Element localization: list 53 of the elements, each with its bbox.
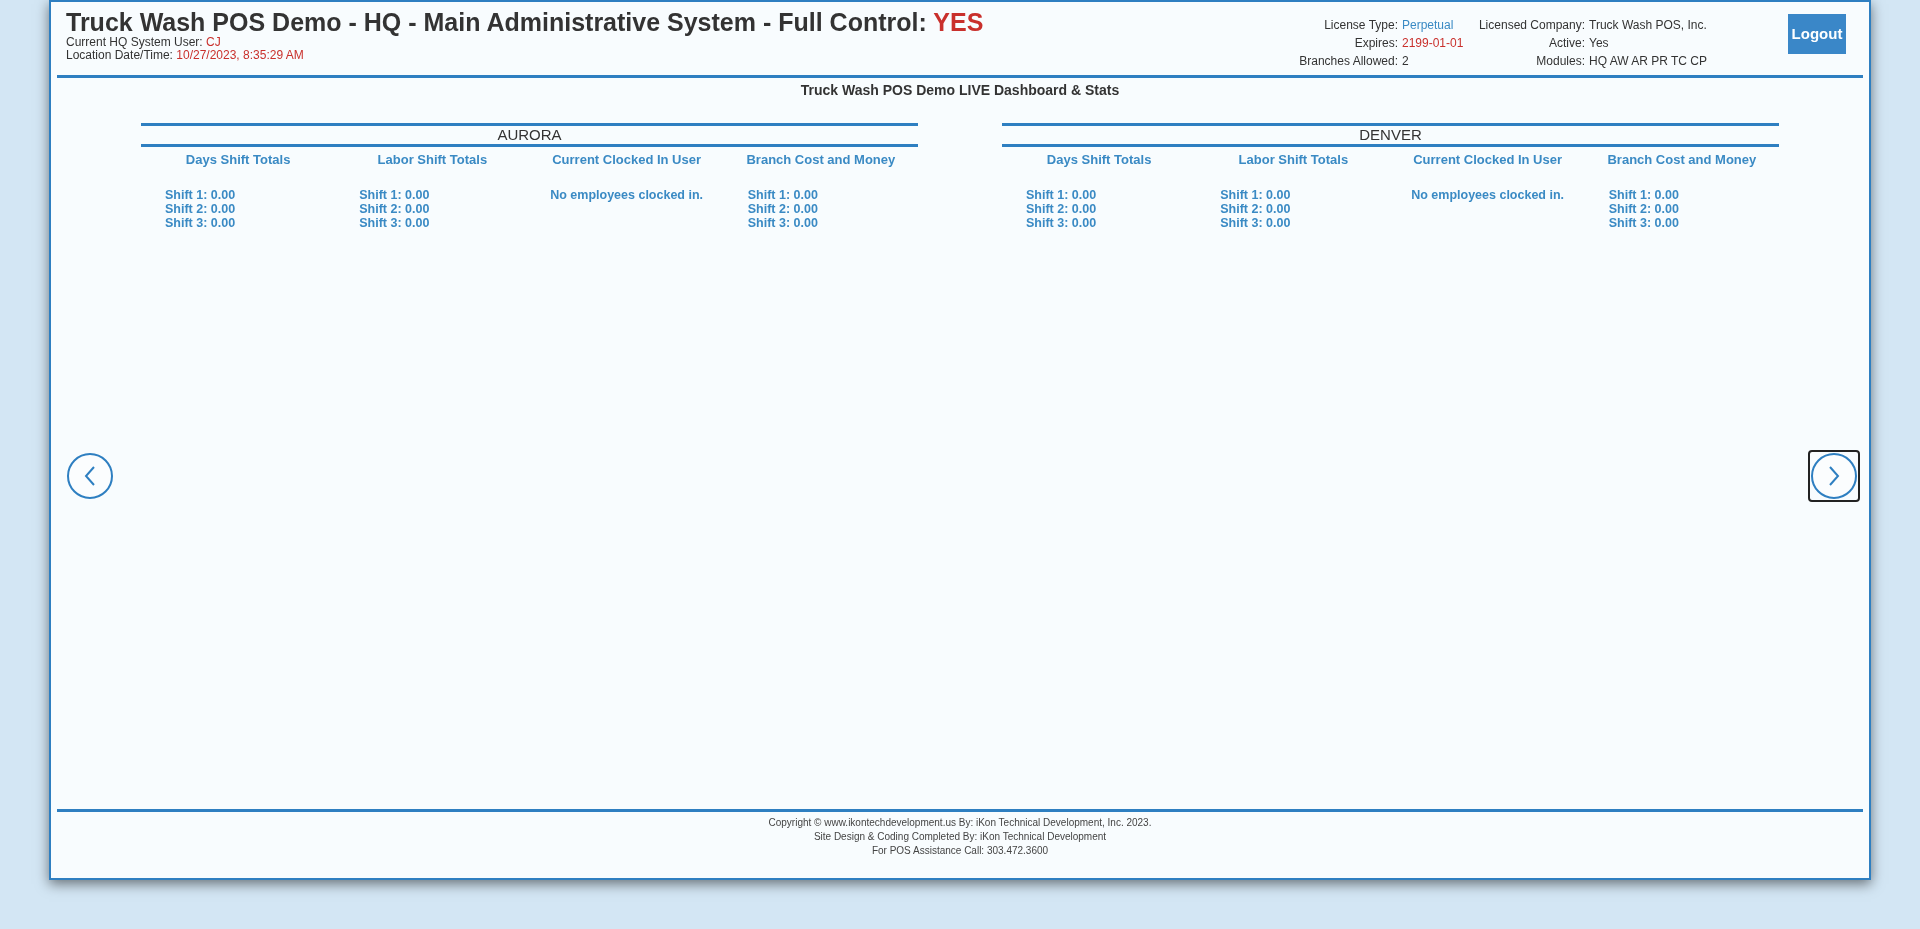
shift-total: Shift 2: 0.00 (746, 202, 819, 216)
chevron-right-icon (1827, 465, 1841, 487)
license-label: Licensed Company: (1477, 17, 1585, 34)
license-value: 2199-01-01 (1402, 35, 1464, 52)
shift-total: Shift 1: 0.00 (1607, 188, 1680, 202)
shift-total: Shift 2: 0.00 (1219, 202, 1292, 216)
current-user: Current HQ System User: CJ (66, 36, 222, 49)
shift-total: Shift 2: 0.00 (1607, 202, 1680, 216)
license-label: Branches Allowed: (1298, 53, 1398, 70)
footer-text: Copyright © www.ikontechdevelopment.us By: iKon Technical Development, Inc. 2023. (768, 816, 1152, 830)
license-label: Expires: (1353, 35, 1398, 52)
license-value: Truck Wash POS, Inc. (1589, 17, 1707, 34)
shift-total: Shift 3: 0.00 (358, 216, 431, 230)
footer-text: Site Design & Coding Completed By: iKon Technical Development (813, 830, 1107, 844)
column-heading: Branch Cost and Money (745, 151, 897, 168)
footer-text: For POS Assistance Call: 303.472.3600 (871, 844, 1049, 858)
shift-total: Shift 1: 0.00 (1219, 188, 1292, 202)
location-datetime: Location Date/Time: 10/27/2023, 8:35:29 AM (66, 49, 305, 62)
license-value: HQ AW AR PR TC CP (1589, 53, 1708, 70)
shift-total: Shift 2: 0.00 (358, 202, 431, 216)
column-heading: Current Clocked In User (1412, 151, 1564, 168)
shift-total: Shift 1: 0.00 (358, 188, 431, 202)
shift-total: Shift 2: 0.00 (1025, 202, 1098, 216)
license-value: 2 (1402, 53, 1409, 70)
chevron-left-icon (83, 465, 97, 487)
column-heading: Days Shift Totals (1045, 151, 1153, 168)
shift-total: Shift 1: 0.00 (164, 188, 237, 202)
column-heading: Branch Cost and Money (1606, 151, 1758, 168)
next-button[interactable] (1808, 450, 1860, 502)
column-heading: Days Shift Totals (184, 151, 292, 168)
shift-total: Shift 3: 0.00 (1025, 216, 1098, 230)
shift-total: Shift 1: 0.00 (1025, 188, 1098, 202)
shift-total: Shift 3: 0.00 (1219, 216, 1292, 230)
page-title: Truck Wash POS Demo - HQ - Main Administrative System - Full Control: YES (66, 8, 985, 36)
license-label: Active: (1548, 35, 1585, 52)
branch-name: AURORA (141, 123, 918, 147)
shift-total: Shift 3: 0.00 (1607, 216, 1680, 230)
shift-total: Shift 2: 0.00 (164, 202, 237, 216)
status-message: No employees clocked in. (1410, 188, 1566, 202)
shift-total: Shift 3: 0.00 (746, 216, 819, 230)
column-heading: Labor Shift Totals (1237, 151, 1350, 168)
status-message: No employees clocked in. (549, 188, 705, 202)
shift-total: Shift 3: 0.00 (164, 216, 237, 230)
logout-button[interactable]: Logout (1788, 14, 1846, 54)
column-heading: Current Clocked In User (551, 151, 703, 168)
branch-name: DENVER (1002, 123, 1779, 147)
license-value: Yes (1589, 35, 1609, 52)
shift-total: Shift 1: 0.00 (746, 188, 819, 202)
license-value: Perpetual (1402, 17, 1454, 34)
dashboard-title: Truck Wash POS Demo LIVE Dashboard & Stats (799, 81, 1121, 99)
column-heading: Labor Shift Totals (376, 151, 489, 168)
license-label: Modules: (1535, 53, 1585, 70)
license-label: License Type: (1323, 17, 1398, 34)
